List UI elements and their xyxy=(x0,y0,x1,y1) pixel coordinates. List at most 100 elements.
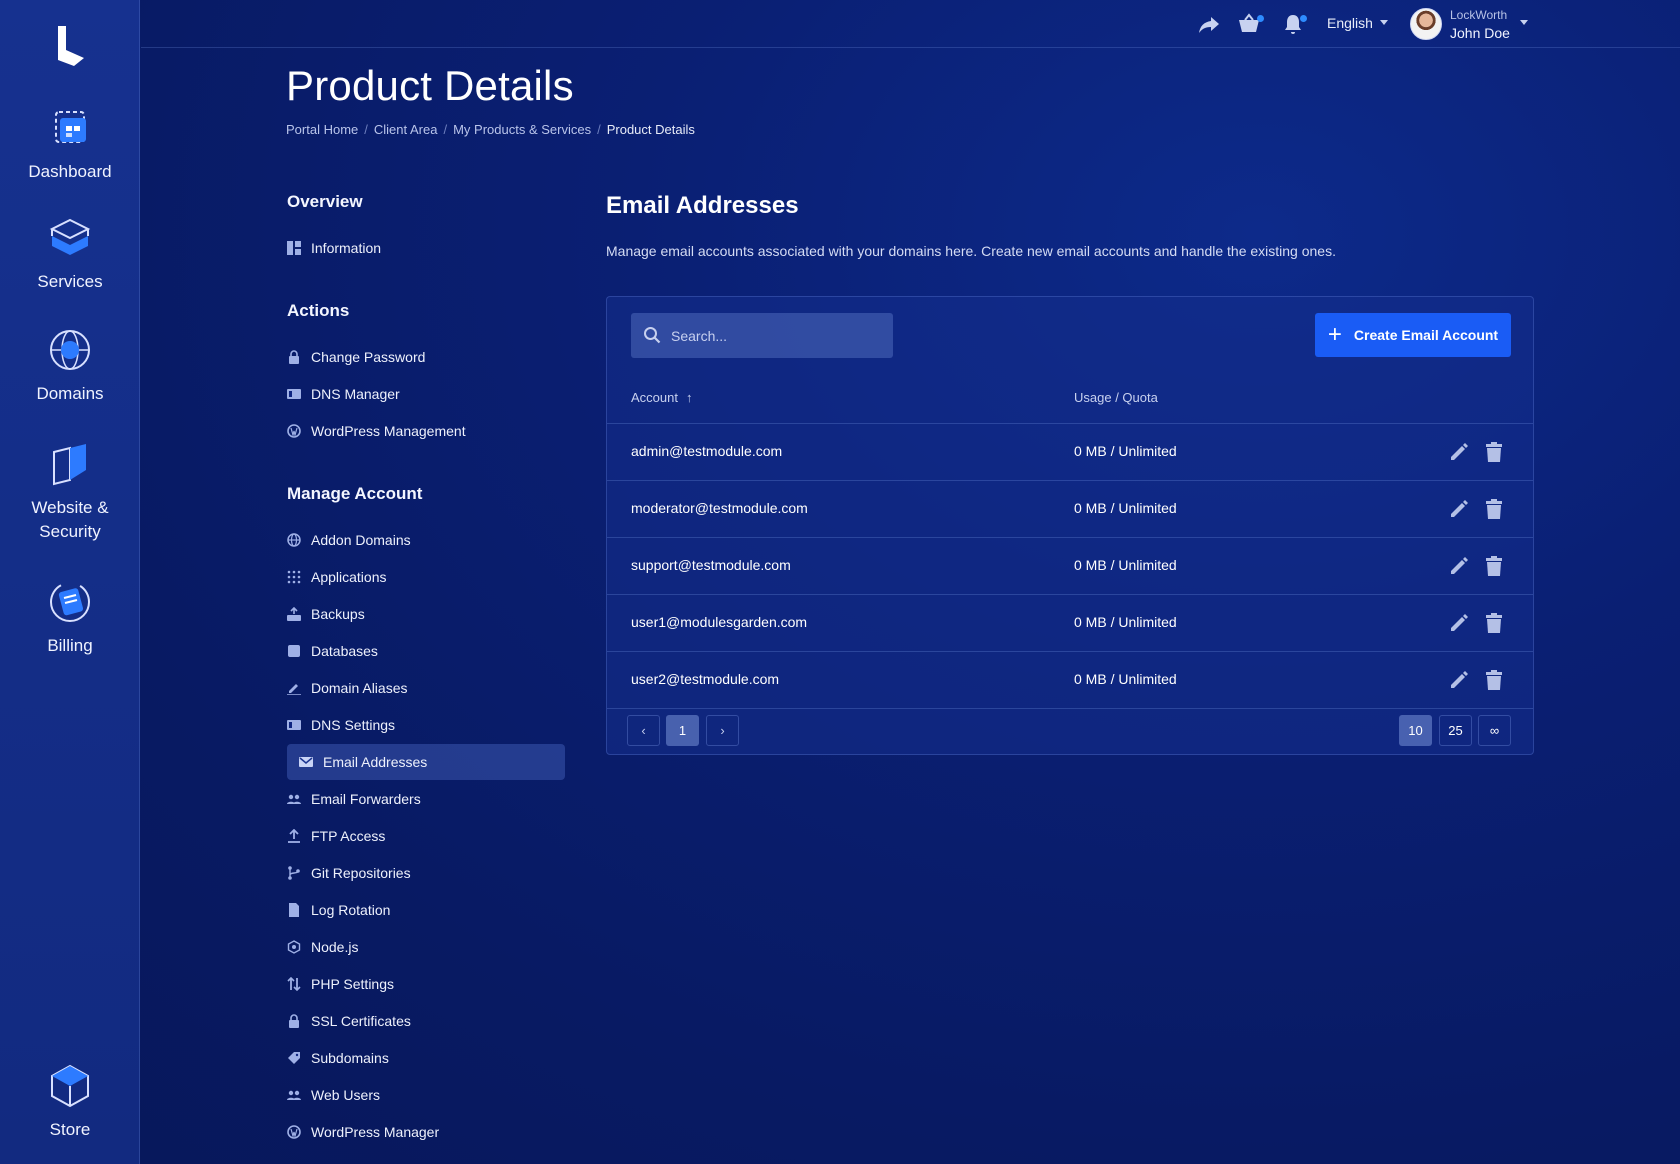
nav-item-git-repositories[interactable]: Git Repositories xyxy=(287,855,565,891)
account-cell: admin@testmodule.com xyxy=(631,443,783,459)
users-icon xyxy=(287,1090,301,1100)
edit-icon[interactable] xyxy=(1448,498,1470,520)
nav-item-log-rotation[interactable]: Log Rotation xyxy=(287,892,565,928)
upload-icon xyxy=(288,829,300,843)
services-icon xyxy=(49,218,91,255)
nav-label: Web Users xyxy=(311,1087,380,1103)
trash-icon[interactable] xyxy=(1484,498,1504,520)
nav-item-backups[interactable]: Backups xyxy=(287,596,565,632)
nav-item-email-forwarders[interactable]: Email Forwarders xyxy=(287,781,565,817)
wordpress-icon xyxy=(287,1125,301,1139)
lock-icon xyxy=(289,350,299,364)
nav-item-databases[interactable]: Databases xyxy=(287,633,565,669)
nav-item-change-password[interactable]: Change Password xyxy=(287,339,565,375)
next-page-button[interactable]: › xyxy=(706,715,739,746)
breadcrumb-link[interactable]: My Products & Services xyxy=(453,122,591,137)
rail-item-billing[interactable]: Billing xyxy=(0,578,140,658)
dashboard-icon xyxy=(55,111,86,143)
store-icon xyxy=(51,1064,89,1108)
user-name[interactable]: John Doe xyxy=(1450,25,1510,41)
nav-item-dns-settings[interactable]: DNS Settings xyxy=(287,707,565,743)
nav-item-wordpress-manager[interactable]: WordPress Manager xyxy=(287,1114,565,1150)
edit-icon[interactable] xyxy=(1448,441,1470,463)
nav-label: SSL Certificates xyxy=(311,1013,411,1029)
nav-item-domain-aliases[interactable]: Domain Aliases xyxy=(287,670,565,706)
tag-icon xyxy=(288,1052,300,1064)
nav-item-nodejs[interactable]: Node.js xyxy=(287,929,565,965)
sort-ascending-icon[interactable]: ↑ xyxy=(686,390,693,405)
nav-item-applications[interactable]: Applications xyxy=(287,559,565,595)
trash-icon[interactable] xyxy=(1484,441,1504,463)
rail-label: Billing xyxy=(47,636,93,655)
nav-label: Domain Aliases xyxy=(311,680,408,696)
nav-item-subdomains[interactable]: Subdomains xyxy=(287,1040,565,1076)
nav-item-wordpress-management[interactable]: WordPress Management xyxy=(287,413,565,449)
cart-badge xyxy=(1257,15,1264,22)
chevron-down-icon[interactable] xyxy=(1380,20,1388,25)
nav-label: PHP Settings xyxy=(311,976,395,992)
rail-item-store[interactable]: Store xyxy=(0,1062,140,1142)
nav-label: Email Forwarders xyxy=(311,791,421,807)
nav-label: DNS Manager xyxy=(311,386,400,402)
page-size-all[interactable]: ∞ xyxy=(1478,715,1511,746)
rail-item-services[interactable]: Services xyxy=(0,214,140,294)
nav-item-php-settings[interactable]: PHP Settings xyxy=(287,966,565,1002)
breadcrumb-link[interactable]: Client Area xyxy=(374,122,438,137)
nav-label: Applications xyxy=(311,569,387,585)
create-email-account-button[interactable]: + Create Email Account xyxy=(1315,313,1511,357)
page-size-25[interactable]: 25 xyxy=(1439,715,1472,746)
search-box[interactable] xyxy=(631,313,893,358)
rail-item-domains[interactable]: Domains xyxy=(0,326,140,406)
nav-label: Email Addresses xyxy=(323,754,428,770)
trash-icon[interactable] xyxy=(1484,669,1504,691)
trash-icon[interactable] xyxy=(1484,555,1504,577)
nav-label: Backups xyxy=(311,606,365,622)
nav-label: FTP Access xyxy=(311,828,386,844)
nav-item-ftp-access[interactable]: FTP Access xyxy=(287,818,565,854)
table-row: user1@modulesgarden.com 0 MB / Unlimited xyxy=(607,594,1533,651)
page-size-10[interactable]: 10 xyxy=(1399,715,1432,746)
nav-item-web-users[interactable]: Web Users xyxy=(287,1077,565,1113)
section-title: Email Addresses xyxy=(606,192,799,219)
page-title: Product Details xyxy=(286,62,574,109)
table-row: moderator@testmodule.com 0 MB / Unlimite… xyxy=(607,480,1533,537)
chevron-down-icon[interactable] xyxy=(1520,20,1528,25)
usage-cell: 0 MB / Unlimited xyxy=(1074,671,1177,687)
usage-cell: 0 MB / Unlimited xyxy=(1074,557,1177,573)
edit-icon[interactable] xyxy=(1448,612,1470,634)
main-rail: Dashboard Services Domains Website & Sec… xyxy=(0,0,140,1164)
domains-icon xyxy=(50,330,90,370)
nav-item-addon-domains[interactable]: Addon Domains xyxy=(287,522,565,558)
users-icon xyxy=(287,794,301,804)
share-icon[interactable] xyxy=(1197,12,1221,36)
account-cell: user2@testmodule.com xyxy=(631,671,780,687)
nav-item-email-addresses[interactable]: Email Addresses xyxy=(287,744,565,780)
nav-label: Node.js xyxy=(311,939,359,955)
nav-item-dns-manager[interactable]: DNS Manager xyxy=(287,376,565,412)
dns-icon xyxy=(287,720,301,730)
rail-item-dashboard[interactable]: Dashboard xyxy=(0,104,140,184)
account-cell: user1@modulesgarden.com xyxy=(631,614,808,630)
language-selector[interactable]: English xyxy=(1327,15,1373,31)
prev-page-button[interactable]: ‹ xyxy=(627,715,660,746)
search-input[interactable] xyxy=(671,313,883,358)
plus-icon: + xyxy=(1327,321,1342,348)
table-row: admin@testmodule.com 0 MB / Unlimited xyxy=(607,423,1533,480)
nav-label: WordPress Management xyxy=(311,423,466,439)
table-row: user2@testmodule.com 0 MB / Unlimited xyxy=(607,651,1533,708)
column-label: Account xyxy=(631,390,678,405)
rail-item-website-security[interactable]: Website & Security xyxy=(0,440,140,544)
column-header-account[interactable]: Account ↑ xyxy=(631,390,692,405)
nav-item-information[interactable]: Information xyxy=(287,230,565,266)
page-button-1[interactable]: 1 xyxy=(666,715,699,746)
edit-icon[interactable] xyxy=(1448,669,1470,691)
bell-badge xyxy=(1300,15,1307,22)
logo-icon[interactable] xyxy=(50,24,90,68)
lock-icon xyxy=(289,1014,299,1028)
edit-icon[interactable] xyxy=(1448,555,1470,577)
breadcrumb-link[interactable]: Portal Home xyxy=(286,122,358,137)
nav-item-ssl-certificates[interactable]: SSL Certificates xyxy=(287,1003,565,1039)
breadcrumb-current: Product Details xyxy=(606,122,695,137)
avatar[interactable] xyxy=(1410,8,1442,40)
trash-icon[interactable] xyxy=(1484,612,1504,634)
